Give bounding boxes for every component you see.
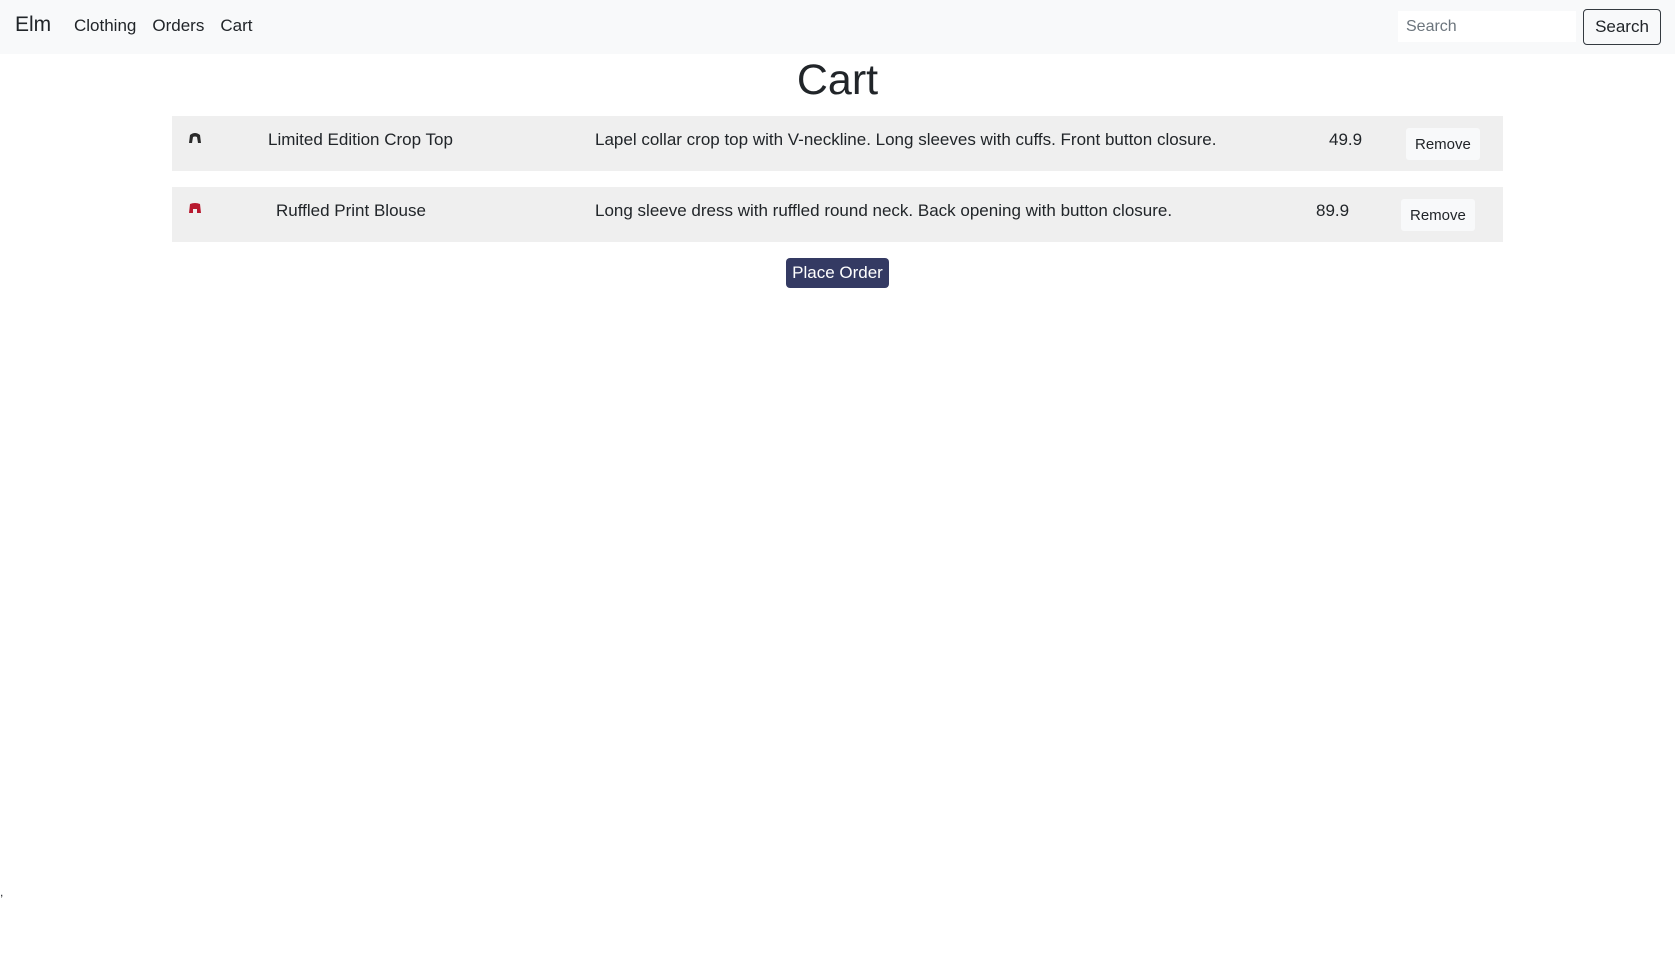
item-name: Limited Edition Crop Top [268, 130, 453, 149]
stray-text-mark: , [0, 885, 4, 899]
blouse-thumbnail-icon [189, 203, 201, 213]
place-order-button[interactable]: Place Order [786, 258, 889, 288]
item-price: 89.9 [1316, 201, 1350, 220]
cart-item-row: Ruffled Print Blouse Long sleeve dress w… [172, 187, 1503, 242]
item-price: 49.9 [1329, 130, 1363, 149]
cart-item-row: Limited Edition Crop Top Lapel collar cr… [172, 116, 1503, 171]
nav-links: Clothing Orders Cart [74, 16, 268, 36]
search-input[interactable] [1398, 11, 1576, 42]
remove-button[interactable]: Remove [1401, 199, 1475, 231]
top-navbar: Elm Clothing Orders Cart Search [0, 0, 1675, 54]
item-name: Ruffled Print Blouse [276, 201, 426, 220]
nav-link-cart[interactable]: Cart [220, 16, 252, 36]
brand-link[interactable]: Elm [15, 13, 51, 37]
item-description: Long sleeve dress with ruffled round nec… [595, 201, 1173, 220]
remove-button[interactable]: Remove [1406, 128, 1480, 160]
nav-link-clothing[interactable]: Clothing [74, 16, 136, 36]
page-title: Cart [796, 56, 879, 104]
crop-top-thumbnail-icon [189, 133, 201, 143]
nav-link-orders[interactable]: Orders [152, 16, 204, 36]
item-description: Lapel collar crop top with V-neckline. L… [595, 130, 1217, 149]
search-button[interactable]: Search [1583, 9, 1661, 45]
